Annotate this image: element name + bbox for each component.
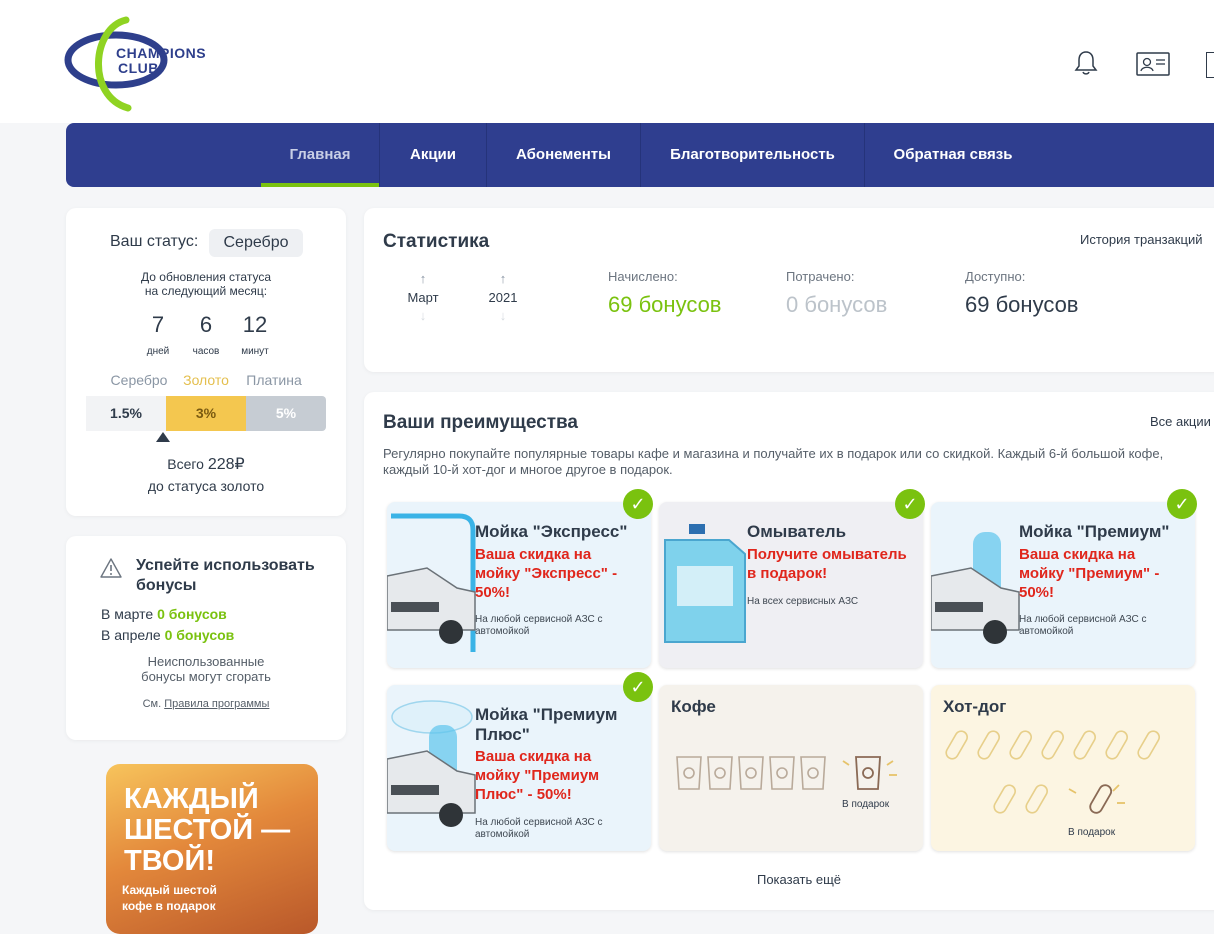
month-up-arrow-icon[interactable]: ↑ xyxy=(393,272,453,286)
tile-coffee[interactable]: Кофе В подарок xyxy=(659,685,923,851)
tile-subtitle: На всех сервисных АЗС xyxy=(747,596,859,607)
advantages-card: Ваши преимущества Все акции Регулярно по… xyxy=(364,392,1214,910)
tile-hotdog[interactable]: Хот-дог В подарок xyxy=(931,685,1195,851)
nav-item-home[interactable]: Главная xyxy=(261,123,379,187)
advantages-description: Регулярно покупайте популярные товары ка… xyxy=(383,446,1164,477)
year-up-arrow-icon[interactable]: ↑ xyxy=(473,272,533,286)
tile-premium-plus-wash[interactable]: Мойка "Премиум Плюс" Ваша скидка на мойк… xyxy=(387,685,651,851)
tile-offer: Ваша скидка на мойку "Премиум Плюс" - 50… xyxy=(475,748,600,803)
available-value: 69 бонусов xyxy=(965,292,1079,317)
countdown-minutes-label: минут xyxy=(241,346,269,357)
show-more-button[interactable]: Показать ещё xyxy=(364,872,1214,887)
all-promotions-link[interactable]: Все акции xyxy=(1150,414,1211,429)
tile-offer: Ваша скидка на мойку "Премиум" - 50%! xyxy=(1019,546,1160,601)
available-label: Доступно: xyxy=(965,269,1026,284)
status-badge: Серебро xyxy=(209,229,303,257)
countdown-hours-label: часов xyxy=(192,346,220,357)
promo-caption: Каждый шестой кофе в подарок xyxy=(122,883,217,913)
april-bonuses: В апреле 0 бонусов xyxy=(101,627,235,643)
active-check-icon: ✓ xyxy=(1167,489,1197,519)
car-wash-brush-illustration xyxy=(931,532,1020,644)
active-check-icon: ✓ xyxy=(623,489,653,519)
total-to-next-status: Всего 228₽ xyxy=(167,456,245,473)
tile-subtitle: На любой сервисной АЗС с автомойкой xyxy=(475,817,603,840)
spent-value: 0 бонусов xyxy=(786,292,888,317)
top-bar: CHAMPIONS CLUB xyxy=(0,0,1214,123)
tile-offer: Получите омыватель в подарок! xyxy=(747,546,907,582)
active-check-icon: ✓ xyxy=(623,672,653,702)
hotdog-icons xyxy=(945,730,1160,814)
car-wash-foam-illustration xyxy=(387,700,476,827)
nav-item-feedback[interactable]: Обратная связь xyxy=(865,123,1041,187)
accrued-value: 69 бонусов xyxy=(608,292,722,317)
tile-subtitle: На любой сервисной АЗС с автомойкой xyxy=(1019,614,1147,637)
car-wash-illustration xyxy=(387,513,476,652)
tile-subtitle: На любой сервисной АЗС с автомойкой xyxy=(475,614,603,637)
month-down-arrow-icon[interactable]: ↓ xyxy=(393,309,453,323)
status-card: Ваш статус: Серебро До обновления статус… xyxy=(66,208,346,516)
current-tier-marker xyxy=(156,432,170,442)
gift-label: В подарок xyxy=(1068,827,1116,838)
next-status-label: до статуса золото xyxy=(147,478,265,494)
nav-item-charity[interactable]: Благотворительность xyxy=(641,123,864,187)
tile-washer-fluid[interactable]: Омыватель Получите омыватель в подарок! … xyxy=(659,502,923,668)
tile-title: Мойка "Экспресс" xyxy=(475,522,628,541)
bonus-expiry-note: Неиспользованные бонусы могут сгорать xyxy=(141,654,271,684)
countdown-minutes: 12 xyxy=(242,312,268,337)
tile-title: Хот-дог xyxy=(943,697,1007,716)
advantages-title: Ваши преимущества xyxy=(383,412,579,433)
active-check-icon: ✓ xyxy=(895,489,925,519)
profile-card-icon[interactable] xyxy=(1136,52,1170,81)
program-rules-link[interactable]: Правила программы xyxy=(164,698,269,710)
warning-icon xyxy=(100,558,122,583)
nav-item-promotions[interactable]: Акции xyxy=(380,123,486,187)
bonus-expiry-title: Успейте использовать бонусы xyxy=(136,557,315,594)
bell-icon[interactable] xyxy=(1074,50,1098,81)
tile-title: Омыватель xyxy=(747,522,847,541)
coffee-promo-banner[interactable]: КАЖДЫЙ ШЕСТОЙ — ТВОЙ! Каждый шестой кофе… xyxy=(106,764,318,934)
tile-title: Мойка "Премиум" xyxy=(1019,522,1170,541)
tile-title: Кофе xyxy=(671,697,716,716)
nav-item-subscriptions[interactable]: Абонементы xyxy=(487,123,640,187)
tier-name-platinum: Платина xyxy=(246,372,302,388)
countdown-hours: 6 xyxy=(199,312,213,337)
tile-offer: Ваша скидка на мойку "Экспресс" - 50%! xyxy=(475,546,618,601)
tier-bar-platinum: 5% xyxy=(246,396,326,431)
tile-title: Мойка "Премиум Плюс" xyxy=(475,705,618,744)
countdown-days: 7 xyxy=(151,312,165,337)
spent-label: Потрачено: xyxy=(786,269,855,284)
transaction-history-link[interactable]: История транзакций xyxy=(1080,232,1202,247)
march-bonuses: В марте 0 бонусов xyxy=(101,606,227,622)
tier-bar-gold: 3% xyxy=(166,396,246,431)
year-value: 2021 xyxy=(488,290,518,305)
accrued-label: Начислено: xyxy=(608,269,678,284)
statistics-card: Статистика История транзакций ↑ Март ↓ ↑… xyxy=(364,208,1214,372)
tile-premium-wash[interactable]: Мойка "Премиум" Ваша скидка на мойку "Пр… xyxy=(931,502,1195,668)
year-selector: ↑ 2021 ↓ xyxy=(473,272,533,323)
gift-label: В подарок xyxy=(842,799,890,810)
year-down-arrow-icon[interactable]: ↓ xyxy=(473,309,533,323)
champions-club-logo[interactable]: CHAMPIONS CLUB xyxy=(64,16,214,112)
washer-fluid-bottle-illustration xyxy=(664,524,746,643)
month-value: Март xyxy=(407,290,439,305)
bonus-expiry-card: Успейте использовать бонусы В марте 0 бо… xyxy=(66,536,346,740)
status-update-note: До обновления статуса на следующий месяц… xyxy=(141,270,271,298)
status-label: Ваш статус: xyxy=(110,233,199,250)
cart-icon[interactable] xyxy=(1206,52,1214,78)
promo-headline: КАЖДЫЙ ШЕСТОЙ — ТВОЙ! xyxy=(124,783,291,877)
logo-text: CHAMPIONS CLUB xyxy=(116,45,207,76)
month-selector: ↑ Март ↓ xyxy=(393,272,453,323)
tile-express-wash[interactable]: Мойка "Экспресс" Ваша скидка на мойку "Э… xyxy=(387,502,651,668)
statistics-title: Статистика xyxy=(383,231,490,252)
main-nav: Главная Акции Абонементы Благотворительн… xyxy=(66,123,1214,187)
tier-bar-silver: 1.5% xyxy=(86,396,166,431)
program-rules: См. Правила программы xyxy=(142,698,270,710)
countdown-days-label: дней xyxy=(146,346,170,357)
